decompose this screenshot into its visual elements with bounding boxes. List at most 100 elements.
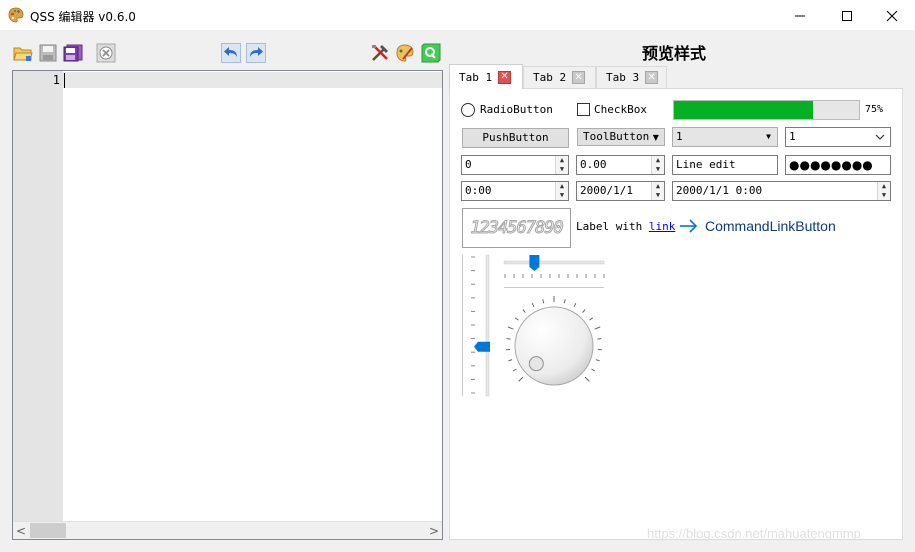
combo-box-2[interactable]: 1 bbox=[785, 127, 891, 147]
combo-box-1-value: 1 bbox=[676, 130, 683, 143]
spin-up-icon[interactable]: ▲ bbox=[652, 156, 664, 165]
slider-tick bbox=[589, 317, 594, 321]
slider-tick bbox=[518, 376, 524, 382]
vertical-slider[interactable] bbox=[462, 254, 491, 397]
minimize-icon bbox=[795, 15, 805, 16]
tab-panel: RadioButton CheckBox 75% PushButton Tool… bbox=[449, 88, 903, 540]
date-edit[interactable]: 2000/1/1 ▲ ▼ bbox=[576, 181, 665, 201]
tab-close-icon[interactable]: ✕ bbox=[645, 71, 659, 84]
tab-1[interactable]: Tab 1 ✕ bbox=[449, 64, 523, 89]
spin-up-icon[interactable]: ▲ bbox=[652, 182, 664, 191]
spin-down-icon[interactable]: ▼ bbox=[652, 191, 664, 200]
scroll-right-arrow-icon[interactable]: > bbox=[426, 522, 442, 540]
slider-tick bbox=[563, 299, 566, 304]
qt-button[interactable] bbox=[421, 43, 441, 63]
slider-tick bbox=[506, 337, 511, 340]
slider-tick bbox=[584, 376, 590, 382]
slider-tick bbox=[522, 309, 526, 313]
save-icon bbox=[39, 44, 57, 62]
slider-tick bbox=[512, 368, 517, 372]
time-edit-value: 0:00 bbox=[465, 184, 492, 197]
line-number-gutter: 1 bbox=[13, 71, 63, 521]
progress-fill bbox=[674, 101, 813, 119]
horizontal-slider-thumb[interactable] bbox=[529, 255, 540, 271]
spin-buttons[interactable]: ▲ ▼ bbox=[555, 156, 568, 174]
line-edit[interactable]: Line edit bbox=[672, 155, 778, 175]
open-file-button[interactable] bbox=[13, 43, 33, 63]
arrow-right-icon bbox=[680, 219, 698, 233]
progress-bar bbox=[673, 100, 860, 120]
tools-button[interactable] bbox=[370, 43, 390, 63]
open-icon bbox=[13, 47, 33, 61]
slider-tick bbox=[595, 359, 600, 362]
spin-down-icon[interactable]: ▼ bbox=[556, 191, 568, 200]
password-dots: ●●●●●●●● bbox=[789, 158, 873, 172]
current-line-highlight bbox=[63, 72, 442, 88]
undo-button[interactable] bbox=[221, 43, 241, 63]
lcd-number: 1234567890 bbox=[462, 208, 571, 248]
chevron-down-icon bbox=[875, 134, 885, 140]
close-window-button[interactable] bbox=[869, 0, 915, 31]
push-button[interactable]: PushButton bbox=[462, 128, 569, 148]
close-file-button[interactable] bbox=[96, 43, 116, 63]
label-link[interactable]: link bbox=[649, 220, 676, 233]
tab-label: Tab 1 bbox=[459, 70, 493, 84]
maximize-button[interactable] bbox=[824, 0, 870, 31]
slider-tick bbox=[597, 337, 602, 340]
combo-dropdown-arrow-icon: ▼ bbox=[766, 132, 771, 141]
scrollbar-thumb[interactable] bbox=[30, 523, 66, 538]
vertical-slider-thumb[interactable] bbox=[474, 341, 490, 352]
tool-button[interactable]: ToolButton ▼ bbox=[577, 128, 665, 146]
tool-button-label: ToolButton bbox=[583, 130, 650, 143]
edit-style-button[interactable] bbox=[395, 43, 415, 63]
tab-close-icon[interactable]: ✕ bbox=[498, 70, 512, 84]
slider-tick bbox=[508, 359, 513, 362]
save-as-button[interactable] bbox=[63, 43, 83, 63]
checkbox-label: CheckBox bbox=[594, 103, 647, 116]
save-button[interactable] bbox=[38, 43, 58, 63]
spin-down-icon[interactable]: ▼ bbox=[556, 165, 568, 174]
progress-text: 75% bbox=[865, 104, 884, 115]
minimize-button[interactable] bbox=[777, 0, 823, 31]
slider-tick bbox=[514, 317, 519, 321]
scroll-left-arrow-icon[interactable]: < bbox=[13, 522, 29, 540]
save-as-icon bbox=[63, 44, 83, 62]
double-spin-box[interactable]: 0.00 ▲ ▼ bbox=[576, 155, 665, 175]
spin-up-icon[interactable]: ▲ bbox=[556, 156, 568, 165]
line-number: 1 bbox=[52, 73, 60, 87]
dial[interactable] bbox=[506, 296, 602, 386]
redo-button[interactable] bbox=[246, 43, 266, 63]
slider-tick bbox=[542, 299, 545, 304]
window-title: QSS 编辑器 v0.6.0 bbox=[30, 10, 136, 24]
lcd-digits: 1234567890 bbox=[470, 218, 564, 239]
spin-up-icon[interactable]: ▲ bbox=[878, 182, 890, 191]
tab-3[interactable]: Tab 3 ✕ bbox=[596, 66, 667, 88]
spin-buttons[interactable]: ▲ ▼ bbox=[651, 156, 664, 174]
slider-tick bbox=[594, 326, 601, 330]
tool-button-arrow-icon: ▼ bbox=[652, 133, 659, 142]
radio-button[interactable] bbox=[461, 103, 475, 117]
spin-buttons[interactable]: ▲ ▼ bbox=[877, 182, 890, 200]
spin-buttons[interactable]: ▲ ▼ bbox=[555, 182, 568, 200]
horizontal-scrollbar[interactable]: < > bbox=[13, 521, 442, 539]
checkbox[interactable] bbox=[577, 103, 590, 116]
line-edit-value: Line edit bbox=[676, 158, 736, 171]
spin-up-icon[interactable]: ▲ bbox=[556, 182, 568, 191]
spin-box[interactable]: 0 ▲ ▼ bbox=[461, 155, 569, 175]
password-field[interactable]: ●●●●●●●● bbox=[785, 155, 891, 175]
time-edit[interactable]: 0:00 ▲ ▼ bbox=[461, 181, 569, 201]
spin-down-icon[interactable]: ▼ bbox=[652, 165, 664, 174]
tab-2[interactable]: Tab 2 ✕ bbox=[523, 66, 596, 88]
title-bar[interactable]: QSS 编辑器 v0.6.0 bbox=[0, 0, 915, 31]
tab-close-icon[interactable]: ✕ bbox=[572, 71, 586, 84]
spin-down-icon[interactable]: ▼ bbox=[878, 191, 890, 200]
spin-box-value: 0 bbox=[465, 158, 472, 171]
command-link-button[interactable]: CommandLinkButton bbox=[679, 218, 836, 234]
horizontal-slider[interactable] bbox=[503, 255, 605, 288]
datetime-edit[interactable]: 2000/1/1 0:00 ▲ ▼ bbox=[672, 181, 891, 201]
combo-box-1[interactable]: 1 ▼ bbox=[672, 127, 778, 147]
preview-title: 预览样式 bbox=[642, 44, 707, 63]
spin-buttons[interactable]: ▲ ▼ bbox=[651, 182, 664, 200]
close-icon bbox=[886, 10, 898, 21]
qss-code-editor[interactable]: 1 < > bbox=[12, 70, 443, 540]
